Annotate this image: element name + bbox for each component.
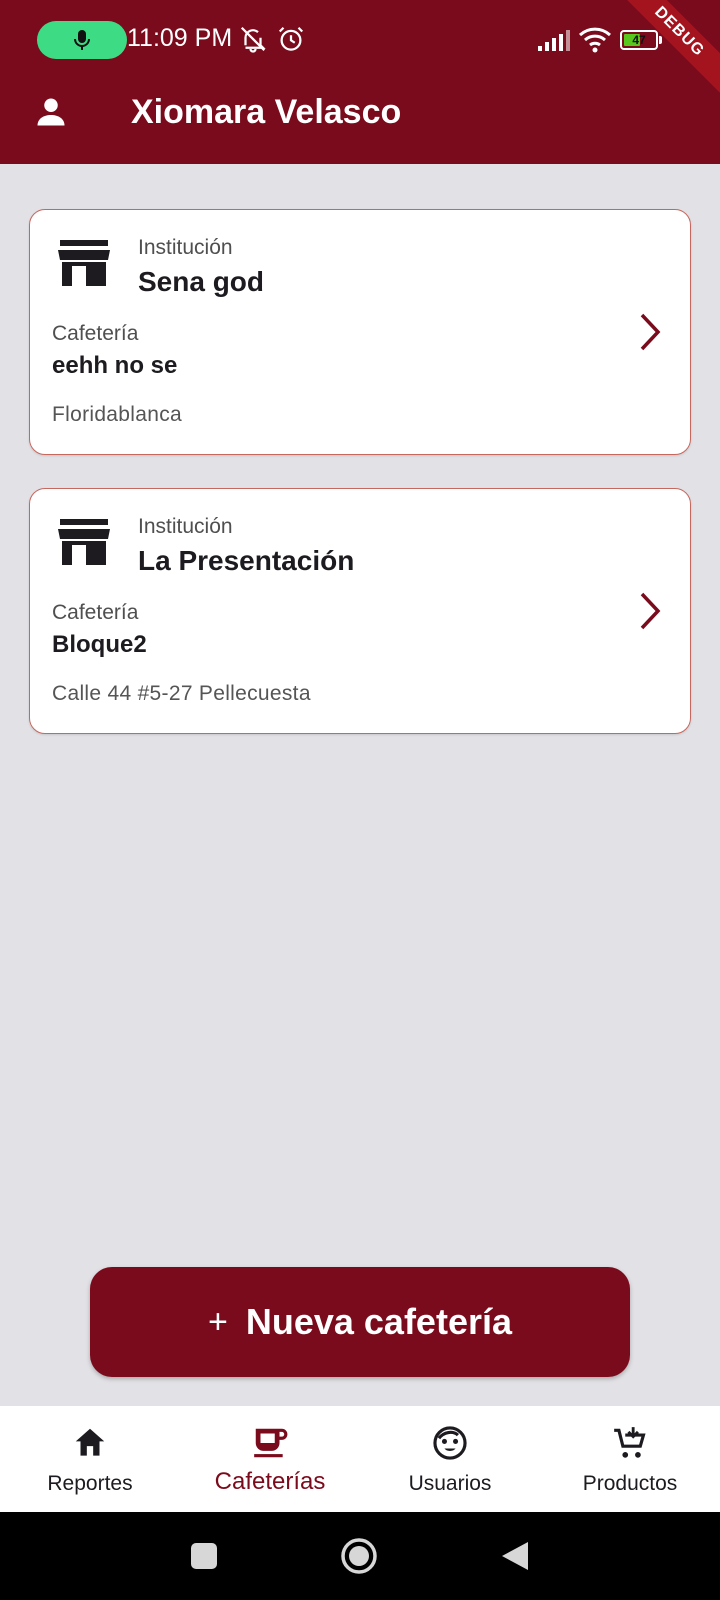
mic-icon (74, 30, 90, 50)
nav-label: Cafeterías (214, 1468, 326, 1495)
new-cafeteria-button[interactable]: + Nueva cafetería (90, 1267, 630, 1377)
recents-icon[interactable] (190, 1542, 218, 1570)
nav-label: Usuarios (408, 1472, 492, 1495)
institution-label: Institución (138, 236, 233, 259)
alarm-icon (278, 26, 304, 51)
mic-active-indicator (37, 21, 127, 59)
institution-name: Sena god (138, 266, 265, 297)
battery-percentage: 47 (632, 33, 646, 47)
page-title: Xiomara Velasco (131, 93, 402, 131)
cafeteria-address: Calle 44 #5-27 Pellecuesta (52, 682, 311, 705)
bell-off-icon (240, 26, 266, 53)
store-icon (58, 240, 110, 286)
battery-tip (659, 36, 662, 44)
cart-icon (614, 1427, 646, 1458)
app-bar: 11:09 PM 47 DEBUG Xiomara Velasco (0, 0, 720, 164)
nav-label: Reportes (47, 1472, 133, 1495)
chevron-right-icon[interactable] (638, 312, 662, 352)
chevron-right-icon[interactable] (638, 591, 662, 631)
cafeteria-label: Cafetería (52, 322, 139, 345)
home-button-icon[interactable] (340, 1537, 378, 1575)
face-icon (433, 1426, 467, 1460)
institution-label: Institución (138, 515, 233, 538)
nav-item-cafeterias[interactable]: Cafeterías (180, 1406, 360, 1512)
nav-item-usuarios[interactable]: Usuarios (360, 1406, 540, 1512)
institution-name: La Presentación (138, 545, 355, 576)
status-bar: 11:09 PM 47 (0, 0, 720, 82)
nav-item-reportes[interactable]: Reportes (0, 1406, 180, 1512)
store-icon (58, 519, 110, 565)
nav-label: Productos (582, 1472, 678, 1495)
home-icon (75, 1428, 105, 1456)
wifi-icon (578, 27, 612, 53)
cafeteria-name: Bloque2 (52, 631, 147, 658)
cafeteria-name: eehh no se (52, 352, 178, 379)
signal-icon (538, 30, 570, 51)
cafeteria-card[interactable]: Institución La Presentación Cafetería Bl… (29, 488, 691, 734)
battery-icon: 47 (620, 30, 658, 50)
cafeteria-card[interactable]: Institución Sena god Cafetería eehh no s… (29, 209, 691, 455)
system-navigation-bar (0, 1512, 720, 1600)
plus-icon: + (207, 1302, 228, 1341)
status-time: 11:09 PM (127, 24, 233, 52)
person-icon[interactable] (33, 94, 69, 130)
coffee-icon (254, 1428, 288, 1458)
nav-item-productos[interactable]: Productos (540, 1406, 720, 1512)
new-cafeteria-label: Nueva cafetería (245, 1301, 512, 1342)
cafeteria-address: Floridablanca (52, 403, 182, 426)
cafeteria-label: Cafetería (52, 601, 139, 624)
bottom-navigation: Reportes Cafeterías Usuarios Productos (0, 1406, 720, 1512)
back-icon[interactable] (500, 1540, 530, 1572)
